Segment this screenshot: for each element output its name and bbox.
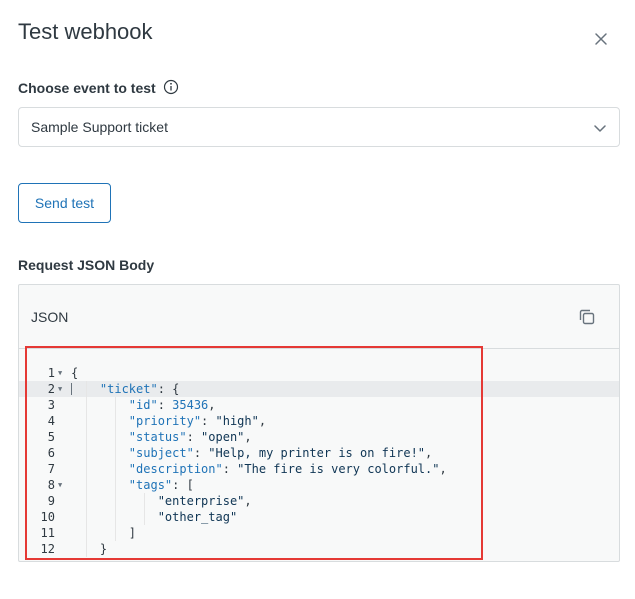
request-body-label: Request JSON Body: [18, 257, 155, 273]
highlight-box: [25, 346, 483, 560]
chevron-down-icon: [594, 125, 606, 132]
dialog-title: Test webhook: [18, 19, 153, 44]
json-panel-title: JSON: [31, 309, 69, 325]
copy-icon[interactable]: [577, 307, 597, 327]
json-panel-header: JSON: [19, 285, 619, 349]
event-label: Choose event to test: [18, 80, 156, 96]
event-select[interactable]: Sample Support ticket: [18, 107, 620, 147]
event-select-value: Sample Support ticket: [31, 119, 168, 135]
info-icon[interactable]: [163, 79, 179, 95]
send-test-button[interactable]: Send test: [18, 183, 111, 223]
close-icon[interactable]: [589, 27, 613, 51]
